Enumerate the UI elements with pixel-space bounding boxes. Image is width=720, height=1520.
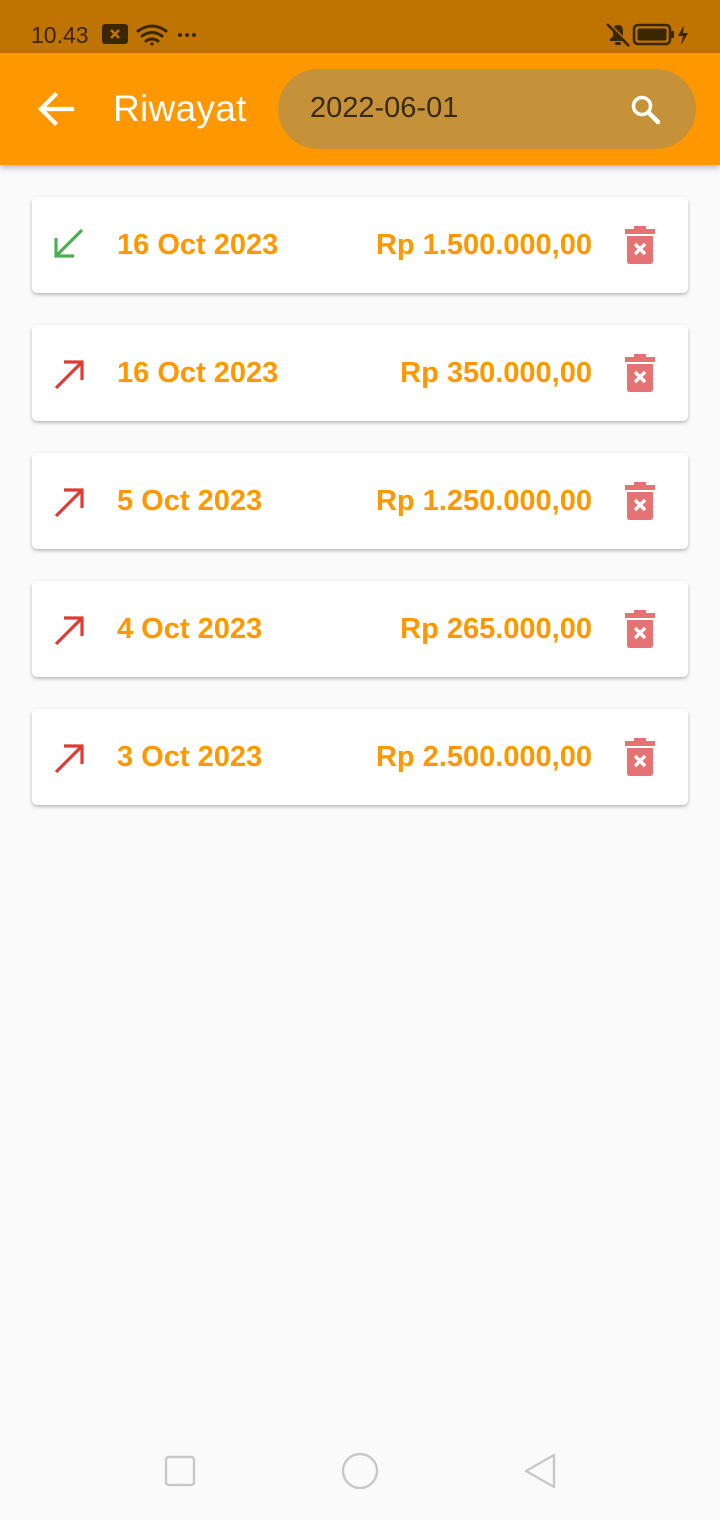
status-time: 10.43 <box>31 22 89 48</box>
search-input[interactable] <box>310 87 610 129</box>
bell-off-icon <box>606 22 632 47</box>
more-dots-icon <box>178 33 196 37</box>
transaction-date: 5 Oct 2023 <box>117 485 263 517</box>
back-nav-button[interactable] <box>515 1446 565 1496</box>
arrow-incoming-icon <box>50 226 88 264</box>
transaction-card[interactable]: 16 Oct 2023 Rp 1.500.000,00 <box>32 197 688 293</box>
delete-button[interactable] <box>622 609 658 649</box>
notification-x-icon <box>102 24 128 44</box>
system-nav-bar <box>0 1424 720 1520</box>
arrow-outgoing-icon <box>50 738 88 776</box>
search-button[interactable] <box>627 91 665 129</box>
transaction-card[interactable]: 5 Oct 2023 Rp 1.250.000,00 <box>32 453 688 549</box>
transaction-card[interactable]: 16 Oct 2023 Rp 350.000,00 <box>32 325 688 421</box>
status-bar: 10.43 <box>0 0 720 53</box>
transaction-amount: Rp 2.500.000,00 <box>375 741 592 773</box>
transaction-list: 16 Oct 2023 Rp 1.500.000,00 16 Oct 2023 … <box>32 197 688 837</box>
delete-button[interactable] <box>622 737 658 777</box>
delete-icon <box>625 738 655 776</box>
arrow-outgoing-icon <box>50 354 88 392</box>
transaction-card[interactable]: 3 Oct 2023 Rp 2.500.000,00 <box>32 709 688 805</box>
arrow-outgoing-icon <box>50 482 88 520</box>
transaction-amount: Rp 350.000,00 <box>400 357 592 389</box>
delete-button[interactable] <box>622 353 658 393</box>
search-bar <box>278 69 696 149</box>
transaction-amount: Rp 265.000,00 <box>400 613 592 645</box>
delete-icon <box>625 482 655 520</box>
transaction-amount: Rp 1.250.000,00 <box>375 485 592 517</box>
transaction-date: 16 Oct 2023 <box>117 229 279 261</box>
recents-button[interactable] <box>155 1446 205 1496</box>
status-right-icons <box>606 22 692 53</box>
delete-icon <box>625 610 655 648</box>
search-icon <box>631 95 661 125</box>
recents-square-icon <box>164 1455 196 1487</box>
arrow-left-icon <box>38 92 75 126</box>
transaction-amount: Rp 1.500.000,00 <box>375 229 592 261</box>
transaction-card[interactable]: 4 Oct 2023 Rp 265.000,00 <box>32 581 688 677</box>
delete-icon <box>625 226 655 264</box>
app-bar: Riwayat <box>0 53 720 165</box>
back-button[interactable] <box>34 87 78 131</box>
arrow-outgoing-icon <box>50 610 88 648</box>
delete-icon <box>625 354 655 392</box>
transaction-date: 16 Oct 2023 <box>117 357 279 389</box>
transaction-date: 3 Oct 2023 <box>117 741 263 773</box>
home-button[interactable] <box>335 1446 385 1496</box>
home-circle-icon <box>341 1452 379 1490</box>
delete-button[interactable] <box>622 481 658 521</box>
status-left-icons <box>102 22 202 53</box>
transaction-date: 4 Oct 2023 <box>117 613 263 645</box>
wifi-icon <box>136 24 168 46</box>
battery-charging-icon <box>632 23 688 46</box>
delete-button[interactable] <box>622 225 658 265</box>
back-triangle-icon <box>524 1453 556 1489</box>
page-title: Riwayat <box>113 88 247 129</box>
